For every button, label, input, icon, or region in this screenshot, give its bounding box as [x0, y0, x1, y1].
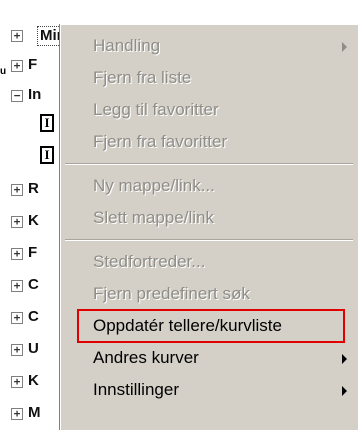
menu-item-label: Innstillinger: [93, 380, 179, 399]
tree-item-label[interactable]: M: [28, 404, 41, 422]
tree-item-label[interactable]: K: [28, 372, 39, 390]
expand-icon[interactable]: +: [11, 376, 23, 388]
menu-item-label: Stedfortreder...: [93, 252, 206, 271]
menu-item-innstillinger[interactable]: Innstillinger: [61, 375, 359, 405]
menu-item-label: Ny mappe/link...: [93, 176, 215, 195]
expand-icon[interactable]: +: [11, 30, 23, 42]
menu-item-label: Fjern fra liste: [93, 68, 192, 87]
tree-item-label[interactable]: C: [28, 276, 39, 294]
submenu-arrow-icon: [342, 42, 347, 52]
expand-icon[interactable]: +: [11, 216, 23, 228]
menu-item-label: Fjern fra favoritter: [93, 132, 228, 151]
menu-separator: [65, 239, 353, 241]
menu-item-fjern-fra-liste[interactable]: Fjern fra liste: [61, 63, 359, 93]
expand-icon[interactable]: +: [11, 184, 23, 196]
menu-item-fjern-predefinert-sok[interactable]: Fjern predefinert søk: [61, 279, 359, 309]
menu-item-slett-mappe-link[interactable]: Slett mappe/link: [61, 203, 359, 233]
tree-item-label[interactable]: R: [28, 180, 39, 198]
menu-item-label: Legg til favoritter: [93, 100, 219, 119]
document-icon[interactable]: I: [40, 114, 54, 132]
submenu-arrow-icon: [342, 354, 347, 364]
tree-item-label[interactable]: C: [28, 308, 39, 326]
menu-item-label: Fjern predefinert søk: [93, 284, 250, 303]
menu-item-handling[interactable]: Handling: [61, 31, 359, 61]
tree-item-label[interactable]: U: [28, 340, 39, 358]
menu-item-fjern-fra-favoritter[interactable]: Fjern fra favoritter: [61, 127, 359, 157]
tree-item-label[interactable]: In: [28, 86, 41, 104]
menu-item-label: Slett mappe/link: [93, 208, 214, 227]
expand-icon[interactable]: +: [11, 248, 23, 260]
expand-icon[interactable]: +: [11, 60, 23, 72]
tree-stray-text: u: [0, 66, 7, 77]
menu-item-stedfortreder[interactable]: Stedfortreder...: [61, 247, 359, 277]
menu-item-legg-til-favoritter[interactable]: Legg til favoritter: [61, 95, 359, 125]
menu-item-label: Handling: [93, 36, 161, 55]
menu-item-andres-kurver[interactable]: Andres kurver: [61, 343, 359, 373]
expand-icon[interactable]: +: [11, 312, 23, 324]
document-icon[interactable]: I: [40, 146, 54, 164]
collapse-icon[interactable]: −: [11, 90, 23, 102]
submenu-arrow-icon: [342, 386, 347, 396]
context-menu: Handling Fjern fra liste Legg til favori…: [60, 24, 358, 430]
menu-separator: [65, 163, 353, 165]
menu-item-ny-mappe-link[interactable]: Ny mappe/link...: [61, 171, 359, 201]
expand-icon[interactable]: +: [11, 344, 23, 356]
menu-item-oppdater-tellere[interactable]: Oppdatér tellere/kurvliste: [61, 311, 359, 341]
tree-item-label[interactable]: K: [28, 212, 39, 230]
tree-item-label[interactable]: F: [28, 56, 37, 74]
tree-item-label[interactable]: F: [28, 244, 37, 262]
menu-item-label: Oppdatér tellere/kurvliste: [93, 316, 282, 335]
menu-item-label: Andres kurver: [93, 348, 199, 367]
expand-icon[interactable]: +: [11, 408, 23, 420]
expand-icon[interactable]: +: [11, 280, 23, 292]
